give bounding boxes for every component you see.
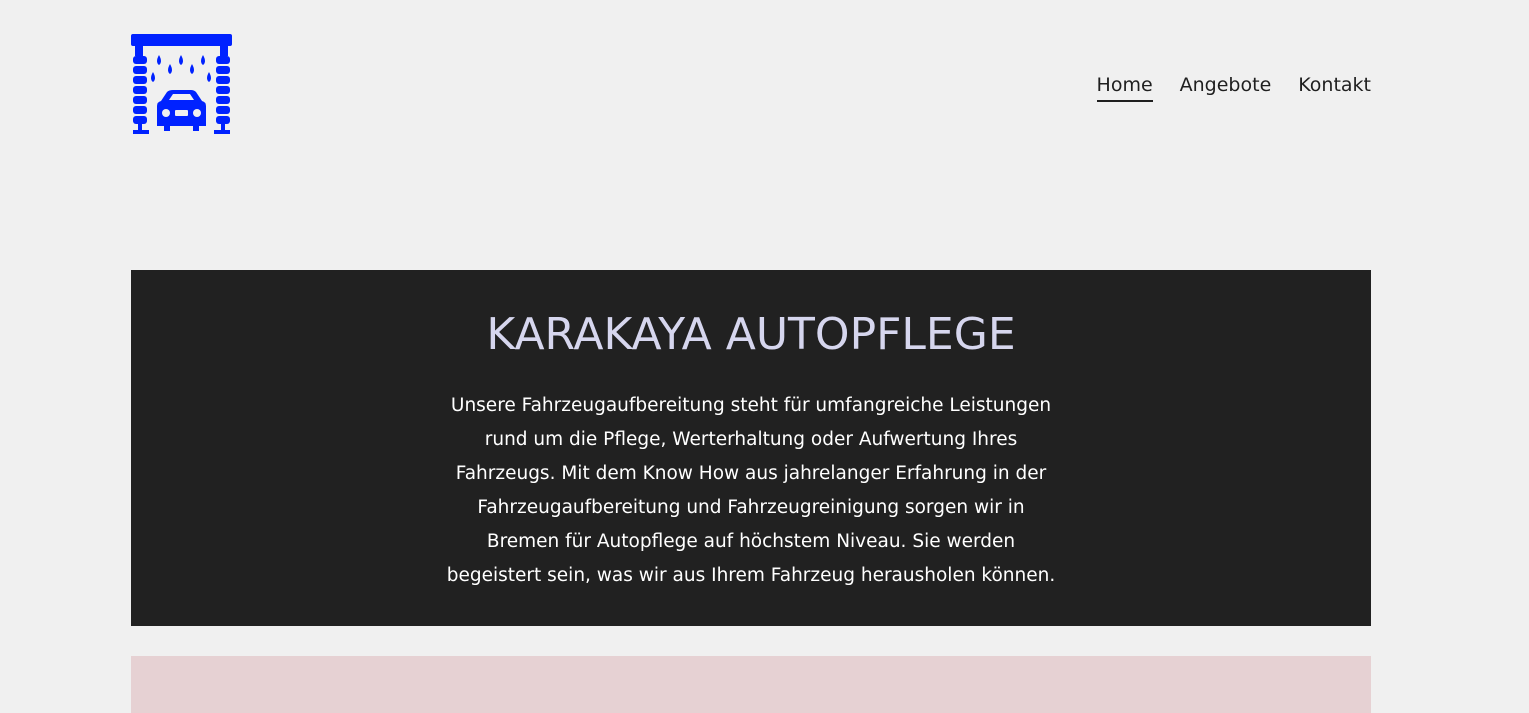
hero-section: KARAKAYA AUTOPFLEGE Unsere Fahrzeugaufbe… bbox=[131, 270, 1371, 626]
nav-item-angebote[interactable]: Angebote bbox=[1180, 72, 1272, 102]
site-header: Home Angebote Kontakt bbox=[0, 0, 1529, 180]
car-wash-icon[interactable] bbox=[131, 34, 232, 136]
nav-item-kontakt[interactable]: Kontakt bbox=[1298, 72, 1371, 102]
main-nav: Home Angebote Kontakt bbox=[1096, 72, 1371, 102]
nav-item-home[interactable]: Home bbox=[1096, 72, 1153, 102]
hero-text: Unsere Fahrzeugaufbereitung steht für um… bbox=[446, 395, 1056, 586]
content-band bbox=[131, 656, 1371, 713]
hero-title: KARAKAYA AUTOPFLEGE bbox=[486, 309, 1016, 360]
